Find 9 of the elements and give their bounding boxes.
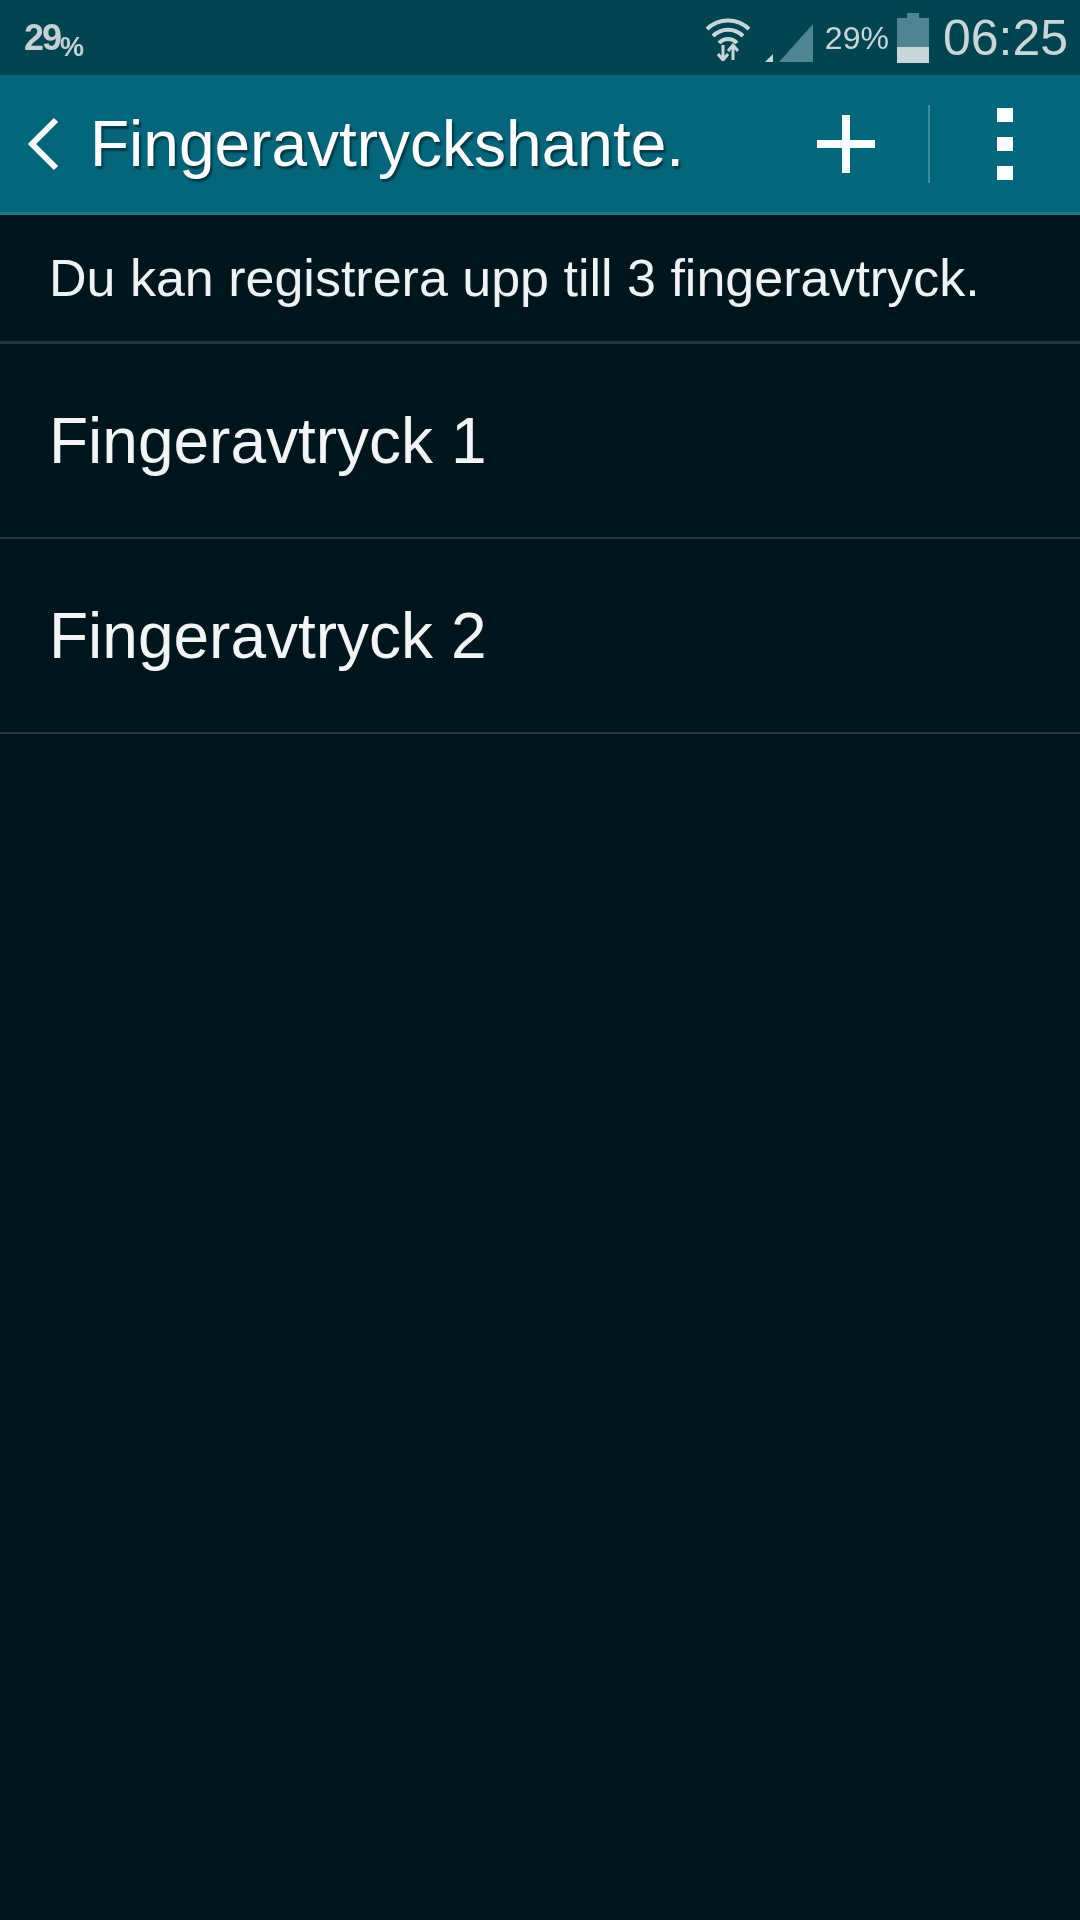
battery-percent: 29% [824,21,889,54]
fingerprint-list-item[interactable]: Fingeravtryck 1 [0,344,1080,539]
more-options-icon [997,107,1013,180]
fingerprint-list-item[interactable]: Fingeravtryck 2 [0,539,1080,734]
battery-icon [896,12,929,63]
plus-icon [815,112,877,175]
back-chevron-icon [26,116,60,171]
clock-time: 06:25 [942,12,1068,63]
notification-text: 29$_{%}$ [24,19,83,56]
